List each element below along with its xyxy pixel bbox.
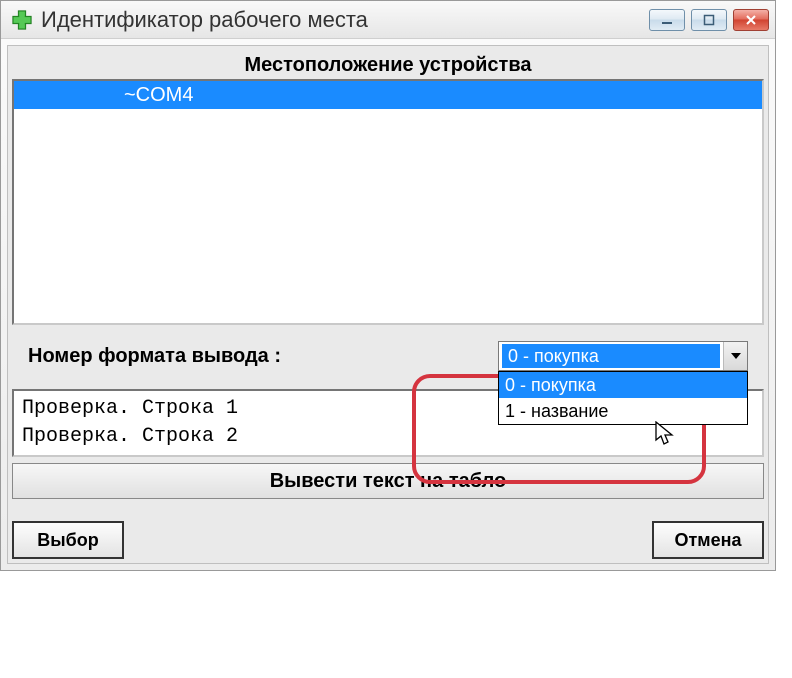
- window-title: Идентификатор рабочего места: [41, 7, 649, 33]
- format-row: Номер формата вывода : 0 - покупка 0 - п…: [12, 325, 764, 389]
- format-dropdown[interactable]: 0 - покупка 1 - название: [498, 371, 748, 425]
- select-button[interactable]: Выбор: [12, 521, 124, 559]
- close-button[interactable]: [733, 9, 769, 31]
- maximize-button[interactable]: [691, 9, 727, 31]
- group-device-location: Местоположение устройства: [12, 50, 764, 79]
- dropdown-option[interactable]: 1 - название: [499, 398, 747, 424]
- combo-selected-value: 0 - покупка: [502, 344, 720, 368]
- device-list[interactable]: ~COM4: [12, 79, 764, 325]
- dropdown-option[interactable]: 0 - покупка: [499, 372, 747, 398]
- titlebar: Идентификатор рабочего места: [1, 1, 775, 39]
- format-label: Номер формата вывода :: [28, 345, 281, 368]
- display-text-button[interactable]: Вывести текст на табло: [12, 463, 764, 499]
- cancel-button[interactable]: Отмена: [652, 521, 764, 559]
- client-area: Местоположение устройства ~COM4 Номер фо…: [7, 45, 769, 564]
- chevron-down-icon[interactable]: [723, 342, 747, 370]
- window-controls: [649, 9, 769, 31]
- preview-line: Проверка. Строка 2: [22, 423, 754, 451]
- button-row: Выбор Отмена: [12, 521, 764, 559]
- minimize-button[interactable]: [649, 9, 685, 31]
- format-combo-wrap: 0 - покупка 0 - покупка 1 - название: [498, 341, 748, 371]
- format-combo[interactable]: 0 - покупка: [498, 341, 748, 371]
- list-item[interactable]: ~COM4: [14, 81, 762, 109]
- dialog-window: Идентификатор рабочего места Местоположе…: [0, 0, 776, 571]
- app-plus-icon: [11, 9, 33, 31]
